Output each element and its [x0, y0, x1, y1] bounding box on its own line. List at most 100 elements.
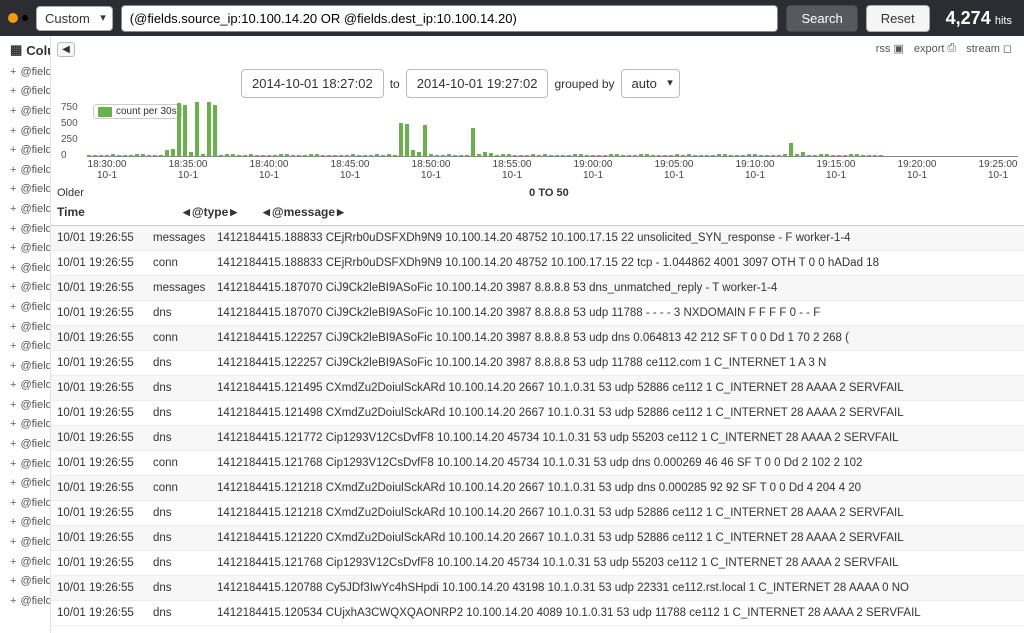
chart-bar[interactable] [651, 155, 655, 156]
stream-link[interactable]: stream ◻ [966, 42, 1012, 55]
column-field[interactable]: +@fields.source_ip▶ [10, 591, 44, 611]
column-field[interactable]: +@fields.dest_port▶ [10, 140, 44, 160]
chart-bar[interactable] [357, 155, 361, 156]
column-field[interactable]: +@fields.resp_cc▶ [10, 513, 44, 533]
chart-bar[interactable] [351, 154, 355, 156]
table-row[interactable]: 10/01 19:26:55conn1412184415.122257 CiJ9… [51, 326, 1024, 351]
collapse-button[interactable]: ◀ [57, 42, 75, 57]
column-field[interactable]: +@fields.local_orig▶ [10, 219, 44, 239]
chart-bar[interactable] [411, 150, 415, 156]
chart-bar[interactable] [423, 125, 427, 156]
chart-bar[interactable] [93, 155, 97, 156]
chart-bar[interactable] [291, 155, 295, 156]
chart-bar[interactable] [279, 154, 283, 156]
chart-bar[interactable] [141, 154, 145, 156]
chart-bar[interactable] [759, 155, 763, 156]
chart-bar[interactable] [813, 155, 817, 156]
chart-bar[interactable] [639, 154, 643, 156]
chart-bar[interactable] [393, 155, 397, 156]
chart-bar[interactable] [705, 155, 709, 156]
chart-bar[interactable] [237, 155, 241, 156]
chart-bar[interactable] [159, 155, 163, 156]
chart-bar[interactable] [519, 155, 523, 156]
chart-bar[interactable] [585, 155, 589, 156]
to-time-input[interactable]: 2014-10-01 19:27:02 [406, 69, 549, 98]
chart-bar[interactable] [261, 155, 265, 156]
chart-bar[interactable] [465, 155, 469, 156]
chart-bar[interactable] [855, 154, 859, 156]
chart-bar[interactable] [597, 155, 601, 156]
column-field[interactable]: +@fields.rcode_name▶ [10, 454, 44, 474]
chart-bar[interactable] [309, 154, 313, 156]
older-link[interactable]: Older [57, 187, 84, 199]
chart-bar[interactable] [627, 155, 631, 156]
column-field[interactable]: +@fields.notice▶ [10, 297, 44, 317]
reset-button[interactable]: Reset [866, 5, 930, 32]
table-row[interactable]: 10/01 19:26:55dns1412184415.120534 CUjxh… [51, 601, 1024, 626]
column-field[interactable]: +@fields.resp_bytes▶ [10, 493, 44, 513]
chart-bar[interactable] [303, 155, 307, 156]
chart-bar[interactable] [153, 155, 157, 156]
chart-bar[interactable] [381, 155, 385, 156]
rss-link[interactable]: rss ▣ [876, 42, 904, 55]
chart-bar[interactable] [483, 152, 487, 156]
chart-bar[interactable] [789, 143, 793, 156]
table-row[interactable]: 10/01 19:26:55dns1412184415.121220 CXmdZ… [51, 526, 1024, 551]
table-row[interactable]: 10/01 19:26:55dns1412184415.121498 CXmdZ… [51, 401, 1024, 426]
chart-bar[interactable] [339, 155, 343, 156]
column-field[interactable]: +@fields.query▶ [10, 434, 44, 454]
column-field[interactable]: +@fields.orig_ip_bytes▶ [10, 336, 44, 356]
chart-bar[interactable] [561, 155, 565, 156]
chart-bar[interactable] [231, 154, 235, 156]
chart-bar[interactable] [771, 155, 775, 156]
chart-bar[interactable] [513, 155, 517, 156]
chart-bar[interactable] [849, 154, 853, 156]
chart-bar[interactable] [147, 155, 151, 156]
chart-bar[interactable] [369, 155, 373, 156]
chart-bar[interactable] [573, 154, 577, 156]
table-row[interactable]: 10/01 19:26:55conn1412184415.121218 CXmd… [51, 476, 1024, 501]
search-button[interactable]: Search [786, 5, 857, 32]
chart-bar[interactable] [615, 154, 619, 156]
chart-bar[interactable] [435, 155, 439, 156]
table-row[interactable]: 10/01 19:26:55dns1412184415.121495 CXmdZ… [51, 376, 1024, 401]
chart-bar[interactable] [171, 149, 175, 156]
column-field[interactable]: +@fields.answers▶ [10, 82, 44, 102]
chart-bar[interactable] [495, 155, 499, 156]
chart-bar[interactable] [345, 155, 349, 156]
table-row[interactable]: 10/01 19:26:55conn1412184415.121768 Cip1… [51, 451, 1024, 476]
column-field[interactable]: +@fields.orig_bytes▶ [10, 317, 44, 337]
table-row[interactable]: 10/01 19:26:55dns1412184415.121772 Cip12… [51, 426, 1024, 451]
mode-select[interactable]: Custom [36, 6, 113, 31]
column-field[interactable]: +@fields.qtype_name▶ [10, 415, 44, 435]
chart-bar[interactable] [87, 155, 91, 156]
chart-bar[interactable] [447, 154, 451, 156]
export-link[interactable]: export ⎙ [914, 42, 956, 55]
chart-bar[interactable] [405, 124, 409, 156]
column-field[interactable]: +@fields.resp_ip_bytes▶ [10, 532, 44, 552]
column-field[interactable]: +@fields.name▶ [10, 278, 44, 298]
chart-bar[interactable] [429, 154, 433, 156]
chart-bar[interactable] [831, 155, 835, 156]
chart-bar[interactable] [183, 105, 187, 156]
chart-bar[interactable] [105, 155, 109, 156]
column-field[interactable]: +@fields.service▶ [10, 571, 44, 591]
col-time[interactable]: Time [57, 205, 183, 219]
table-row[interactable]: 10/01 19:26:55dns1412184415.187070 CiJ9C… [51, 301, 1024, 326]
table-row[interactable]: 10/01 19:26:55messages1412184415.187070 … [51, 276, 1024, 301]
chart-bar[interactable] [825, 154, 829, 156]
table-row[interactable]: 10/01 19:26:55dns1412184415.121218 CXmdZ… [51, 501, 1024, 526]
chart-bar[interactable] [399, 123, 403, 156]
column-field[interactable]: +@fields.missed_bytes_resp▶ [10, 258, 44, 278]
chart-bar[interactable] [327, 155, 331, 156]
chart-bar[interactable] [507, 154, 511, 156]
from-time-input[interactable]: 2014-10-01 18:27:02 [241, 69, 384, 98]
chart-bar[interactable] [603, 155, 607, 156]
chart-bar[interactable] [267, 155, 271, 156]
query-input[interactable] [121, 5, 779, 32]
chart-bar[interactable] [195, 102, 199, 156]
chart-bar[interactable] [765, 155, 769, 156]
chart-bar[interactable] [501, 154, 505, 156]
col-type[interactable]: ◀ @type ▶ [183, 205, 263, 219]
chart-bar[interactable] [537, 155, 541, 156]
